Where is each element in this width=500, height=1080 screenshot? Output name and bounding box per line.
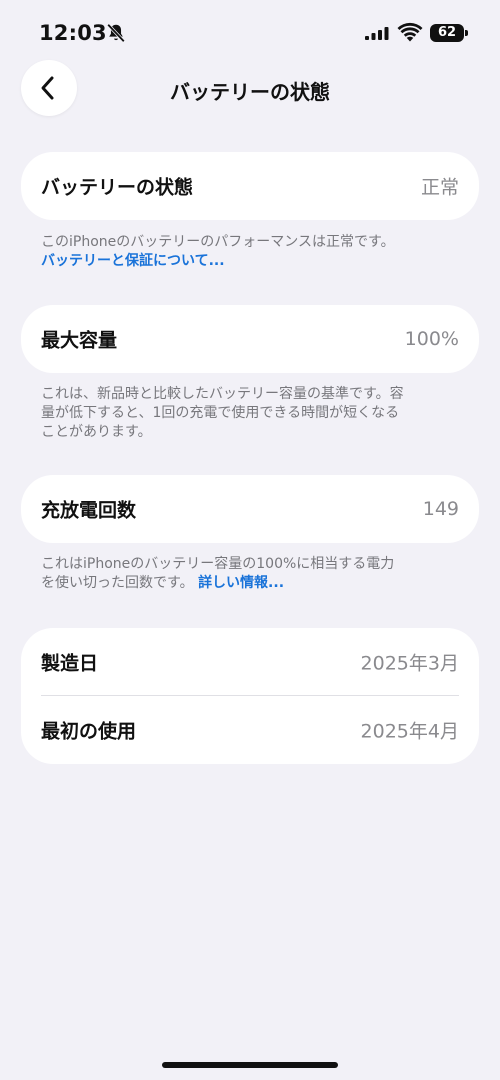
battery-state-footnote: このiPhoneのバッテリーのパフォーマンスは正常です。 バッテリーと保証につい… [41,233,461,271]
battery-warranty-link[interactable]: バッテリーと保証について... [41,252,461,271]
wifi-icon [397,22,423,42]
max-capacity-footnote-line: これは、新品時と比較したバッテリー容量の基準です。容 [41,386,404,402]
manufacture-date-row: 製造日 2025年3月 [21,628,479,696]
status-time: 12:03 [39,21,107,45]
first-use-label: 最初の使用 [41,720,137,743]
cycle-count-footnote-line: これはiPhoneのバッテリー容量の100%に相当する電力 [41,556,395,572]
cellular-signal-icon [365,27,389,40]
max-capacity-label: 最大容量 [41,329,118,352]
cycle-count-footnote-line: を使い切った回数です。 詳しい情報... [41,574,461,593]
first-use-row: 最初の使用 2025年4月 [21,696,479,764]
manufacture-date-value: 2025年3月 [360,652,459,675]
max-capacity-card: 最大容量 100% [21,305,479,373]
bell-slash-icon [107,23,125,43]
cycle-count-label: 充放電回数 [41,499,137,522]
max-capacity-footnote: これは、新品時と比較したバッテリー容量の基準です。容 量が低下すると、1回の充電… [41,385,461,442]
more-info-link[interactable]: 詳しい情報... [198,575,284,591]
battery-state-card: バッテリーの状態 正常 [21,152,479,220]
battery-health-screen: 12:03 62 バッテリーの状態 バッテリーの状態 正常 このiPhoneのバ… [0,0,500,1080]
battery-state-label: バッテリーの状態 [41,176,194,199]
first-use-value: 2025年4月 [360,720,459,743]
cycle-count-card: 充放電回数 149 [21,475,479,543]
battery-state-value: 正常 [420,176,459,199]
battery-icon: 62 [430,24,468,42]
max-capacity-footnote-line: ことがあります。 [41,424,152,440]
cycle-count-value: 149 [422,498,459,520]
max-capacity-footnote-line: 量が低下すると、1回の充電で使用できる時間が短くなる [41,405,400,421]
cycle-count-footnote-text: を使い切った回数です。 [41,575,194,591]
status-bar: 12:03 62 [0,0,500,66]
home-indicator[interactable] [162,1062,338,1068]
page-title: バッテリーの状態 [170,80,330,104]
manufacture-date-label: 製造日 [41,652,99,675]
cycle-count-row: 充放電回数 149 [21,475,479,543]
max-capacity-row: 最大容量 100% [21,305,479,373]
cycle-count-footnote: これはiPhoneのバッテリー容量の100%に相当する電力 を使い切った回数です… [41,555,461,593]
dates-card: 製造日 2025年3月 最初の使用 2025年4月 [21,628,479,764]
battery-state-row: バッテリーの状態 正常 [21,152,479,220]
battery-state-footnote-text: このiPhoneのバッテリーのパフォーマンスは正常です。 [41,234,395,250]
max-capacity-value: 100% [404,328,459,350]
